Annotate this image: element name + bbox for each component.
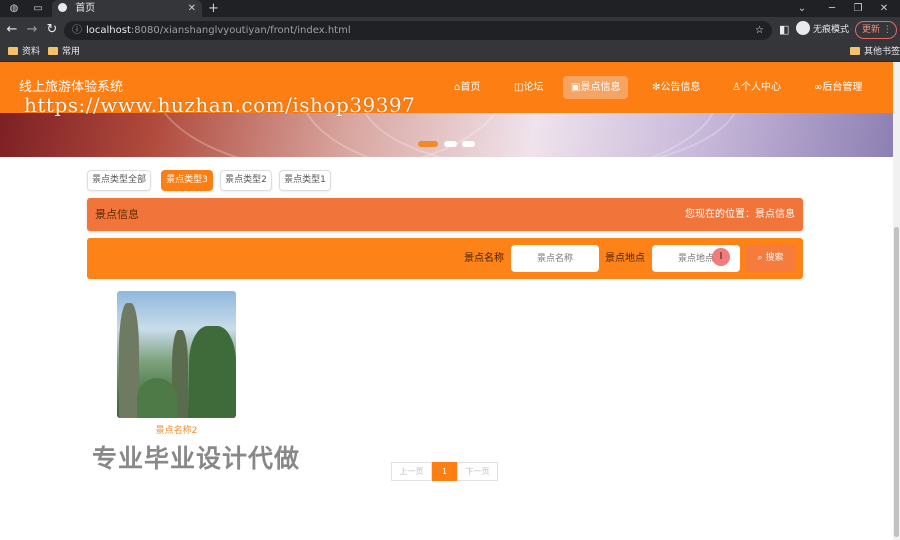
section-info-bar: 景点信息 您现在的位置：景点信息 xyxy=(87,198,803,231)
restore-icon[interactable]: ❐ xyxy=(848,0,868,17)
user-icon: ♙ xyxy=(732,82,741,93)
bookmark-label: 常用 xyxy=(62,47,81,57)
name-search-input[interactable] xyxy=(511,245,599,272)
forward-icon[interactable]: → xyxy=(24,22,40,38)
incognito-icon xyxy=(796,21,810,35)
bookmarks-bar: 资料 常用 其他书签 xyxy=(0,43,900,62)
tab-search-icon[interactable]: ⌄ xyxy=(792,0,812,17)
watermark-url: https://www.huzhan.com/ishop39397 xyxy=(24,93,416,117)
category-type-3[interactable]: 景点类型3 xyxy=(161,170,213,191)
nav-announcements[interactable]: ✻公告信息 xyxy=(644,76,708,99)
nav-label: 论坛 xyxy=(523,82,544,93)
pagination-prev[interactable]: 上一页 xyxy=(391,462,432,481)
nav-label: 首页 xyxy=(460,82,481,93)
carousel-dots xyxy=(0,137,893,150)
image-rock xyxy=(189,326,236,418)
side-panel-icon[interactable]: ◧ xyxy=(779,22,789,38)
folder-icon xyxy=(8,47,18,55)
tab-title: 首页 xyxy=(75,3,96,14)
tab-favicon-icon xyxy=(58,3,67,12)
place-label: 景点地点 xyxy=(605,253,645,264)
carousel-dot[interactable] xyxy=(418,141,438,147)
nav-label: 公告信息 xyxy=(660,82,701,93)
bookmark-star-icon[interactable]: ☆ xyxy=(755,21,764,40)
pagination-page[interactable]: 1 xyxy=(432,462,457,481)
pagination-next[interactable]: 下一页 xyxy=(457,462,498,481)
carousel-dot[interactable] xyxy=(443,141,457,147)
scrollbar-thumb[interactable] xyxy=(894,227,899,537)
minimize-icon[interactable]: ─ xyxy=(822,0,842,17)
watermark-promo: 专业毕业设计代做 xyxy=(92,444,301,473)
attraction-name[interactable]: 景点名称2 xyxy=(117,423,236,436)
category-type-2[interactable]: 景点类型2 xyxy=(220,170,272,191)
other-bookmarks-label: 其他书签 xyxy=(864,47,900,57)
reload-icon[interactable]: ↻ xyxy=(44,22,60,38)
nav-home[interactable]: ⌂首页 xyxy=(446,76,488,99)
tab-close-icon[interactable]: ✕ xyxy=(188,0,196,17)
tab-thumbnail-icon[interactable]: ▭ xyxy=(28,0,48,17)
back-icon[interactable]: ← xyxy=(4,22,20,38)
folder-icon xyxy=(850,47,860,55)
nav-attractions[interactable]: ▣景点信息 xyxy=(563,76,629,99)
image-rock xyxy=(119,303,139,418)
bookmark-label: 资料 xyxy=(22,47,41,57)
incognito-indicator[interactable]: 无痕模式 xyxy=(796,21,849,39)
nav-forum[interactable]: ◫论坛 xyxy=(506,76,551,99)
nav-label: 个人中心 xyxy=(740,82,781,93)
update-label: 更新 xyxy=(862,25,881,35)
breadcrumb: 您现在的位置：景点信息 xyxy=(685,209,795,220)
url-host: localhost xyxy=(86,25,131,36)
close-window-icon[interactable]: ✕ xyxy=(874,0,894,17)
address-bar[interactable]: ⓘ localhost:8080/xianshanglvyoutiyan/fro… xyxy=(64,21,772,40)
nav-admin[interactable]: ∞后台管理 xyxy=(806,76,870,99)
page-viewport: 线上旅游体验系统 ⌂首页 ◫论坛 ▣景点信息 ✻公告信息 ♙个人中心 ∞后台管理… xyxy=(0,62,893,540)
globe-icon[interactable]: ◍ xyxy=(4,0,24,17)
carousel-dot[interactable] xyxy=(462,141,475,147)
url-path: :8080/xianshanglvyoutiyan/front/index.ht… xyxy=(130,25,351,36)
image-hill xyxy=(137,378,177,418)
browser-tab-bar: ◍ ▭ 首页 ✕ + ⌄ ─ ❐ ✕ xyxy=(0,0,900,17)
bookmark-folder-ziliao[interactable]: 资料 xyxy=(8,43,40,61)
text-cursor-icon: I xyxy=(712,248,730,266)
update-button[interactable]: 更新 ⋮ xyxy=(855,21,897,39)
search-button-label: 搜索 xyxy=(765,253,784,263)
page-scrollbar[interactable] xyxy=(893,62,900,540)
search-button[interactable]: ⌕ 搜索 xyxy=(745,245,796,272)
other-bookmarks[interactable]: 其他书签 xyxy=(850,43,900,61)
section-title: 景点信息 xyxy=(95,208,139,221)
browser-toolbar: ← → ↻ ⓘ localhost:8080/xianshanglvyoutiy… xyxy=(0,17,900,43)
incognito-label: 无痕模式 xyxy=(813,25,850,35)
attraction-image[interactable] xyxy=(117,291,236,418)
site-info-icon[interactable]: ⓘ xyxy=(72,21,82,40)
category-all[interactable]: 景点类型全部 xyxy=(87,170,151,191)
search-bar: 景点名称 景点地点 I ⌕ 搜索 xyxy=(87,238,803,279)
search-icon: ⌕ xyxy=(757,253,763,263)
browser-tab-active[interactable]: 首页 ✕ xyxy=(52,0,202,17)
name-label: 景点名称 xyxy=(464,253,504,264)
nav-profile[interactable]: ♙个人中心 xyxy=(724,76,789,99)
nav-label: 后台管理 xyxy=(822,82,863,93)
new-tab-icon[interactable]: + xyxy=(208,0,219,17)
category-type-1[interactable]: 景点类型1 xyxy=(279,170,331,191)
bookmark-folder-changyong[interactable]: 常用 xyxy=(48,43,80,61)
nav-label: 景点信息 xyxy=(580,82,621,93)
folder-icon xyxy=(48,47,58,55)
